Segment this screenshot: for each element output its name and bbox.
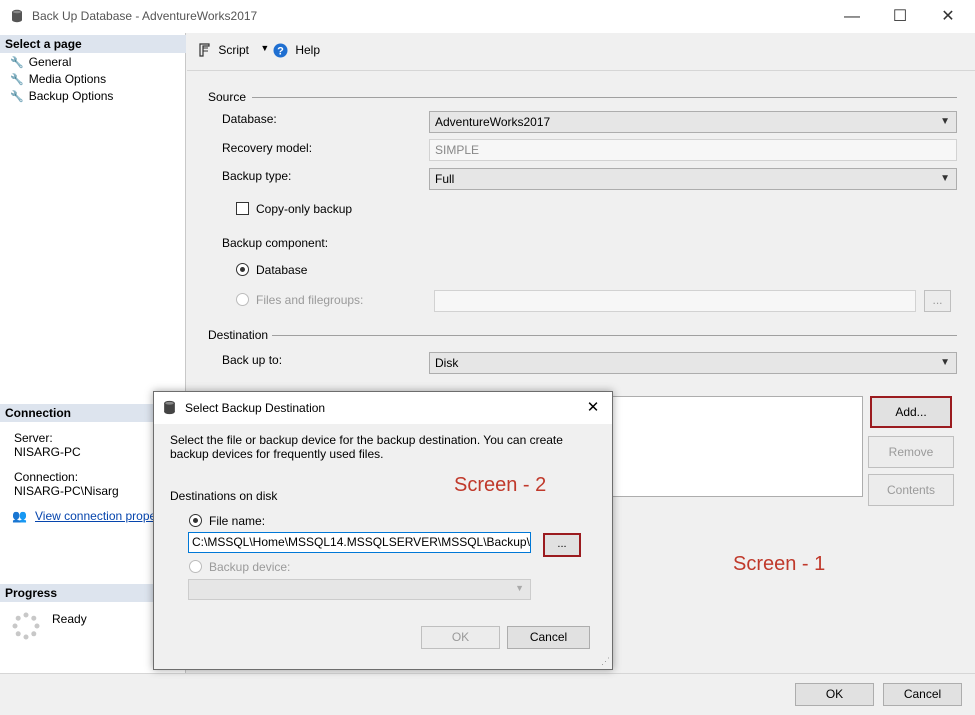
database-icon [163, 400, 176, 418]
nav-item-label: Backup Options [28, 89, 114, 103]
recovery-model-label: Recovery model: [222, 141, 313, 155]
component-database-label: Database [256, 263, 308, 277]
destination-divider [272, 335, 957, 336]
minimize-button[interactable]: — [829, 3, 875, 31]
dialog-description-line2: backup devices for frequently used files… [170, 447, 384, 461]
dialog-title-bar: Select Backup Destination ✕ [154, 392, 612, 424]
window-title: Back Up Database - AdventureWorks2017 [32, 9, 258, 23]
progress-status: Ready [52, 612, 87, 626]
wrench-icon: 🔧 [10, 91, 24, 103]
view-connection-properties-link[interactable]: View connection proper [35, 509, 160, 523]
add-button[interactable]: Add... [870, 396, 952, 428]
dialog-cancel-button[interactable]: Cancel [507, 626, 590, 649]
help-icon: ? [273, 43, 291, 61]
contents-button[interactable]: Contents [868, 474, 954, 506]
server-value: NISARG-PC [14, 445, 81, 459]
help-button[interactable]: ? Help [273, 43, 320, 61]
database-value: AdventureWorks2017 [435, 115, 551, 129]
script-button[interactable]: Script ▼ [197, 43, 269, 61]
backup-device-radio[interactable] [189, 560, 202, 573]
select-page-header: Select a page [0, 35, 186, 53]
recovery-model-field: SIMPLE [429, 139, 957, 161]
nav-item-label: General [28, 55, 72, 69]
screen-2-annotation: Screen - 2 [454, 474, 547, 496]
connection-label: Connection: [14, 470, 79, 484]
file-name-radio[interactable] [189, 514, 202, 527]
source-divider [252, 97, 957, 98]
nav-item-general[interactable]: 🔧 General [10, 55, 71, 69]
component-database-radio[interactable] [236, 263, 249, 276]
files-filegroups-field [434, 290, 916, 312]
chevron-down-icon: ▼ [515, 583, 524, 593]
help-label: Help [295, 43, 321, 57]
copy-only-checkbox[interactable] [236, 202, 249, 215]
source-header: Source [208, 90, 247, 104]
connection-value: NISARG-PC\Nisarg [14, 484, 119, 498]
backup-type-combo[interactable]: Full ▼ [429, 168, 957, 190]
nav-item-media-options[interactable]: 🔧 Media Options [10, 72, 106, 86]
cancel-button[interactable]: Cancel [883, 683, 962, 706]
screen-1-annotation: Screen - 1 [733, 553, 826, 575]
chevron-down-icon: ▼ [940, 116, 950, 127]
files-browse-button[interactable]: ... [924, 290, 951, 312]
backup-type-value: Full [435, 172, 455, 186]
select-backup-destination-dialog: Select Backup Destination ✕ Select the f… [153, 391, 613, 670]
close-button[interactable]: ✕ [925, 3, 971, 31]
server-label: Server: [14, 431, 53, 445]
people-icon: 👥 [12, 509, 27, 523]
chevron-down-icon: ▼ [940, 357, 950, 368]
file-browse-button[interactable]: ... [543, 533, 581, 557]
backup-device-label: Backup device: [209, 560, 291, 574]
backup-device-combo[interactable]: ▼ [188, 579, 531, 600]
back-up-to-combo[interactable]: Disk ▼ [429, 352, 957, 374]
toolbar: Script ▼ ? Help [187, 33, 975, 71]
script-icon [197, 43, 214, 60]
dialog-title: Select Backup Destination [185, 401, 326, 415]
progress-spinner-icon [12, 612, 40, 643]
file-name-label: File name: [209, 514, 266, 528]
destinations-on-disk-label: Destinations on disk [170, 489, 278, 503]
remove-button[interactable]: Remove [868, 436, 954, 468]
nav-item-label: Media Options [28, 72, 107, 86]
file-name-input[interactable]: C:\MSSQL\Home\MSSQL14.MSSQLSERVER\MSSQL\… [188, 532, 531, 553]
component-files-label: Files and filegroups: [256, 293, 364, 307]
destination-list[interactable] [605, 396, 863, 497]
dialog-ok-button[interactable]: OK [421, 626, 500, 649]
back-up-to-label: Back up to: [222, 353, 283, 367]
backup-type-label: Backup type: [222, 169, 292, 183]
maximize-button[interactable]: ☐ [877, 3, 923, 31]
svg-text:?: ? [277, 46, 284, 58]
destination-header: Destination [208, 328, 269, 342]
backup-component-label: Backup component: [222, 236, 329, 250]
dialog-close-button[interactable]: ✕ [580, 397, 606, 419]
wrench-icon: 🔧 [10, 57, 24, 69]
resize-grip-icon[interactable]: ⋰ [601, 656, 610, 667]
bottom-bar: OK Cancel [0, 673, 975, 715]
database-icon [11, 9, 23, 26]
title-bar: Back Up Database - AdventureWorks2017 — … [0, 0, 975, 33]
script-label: Script [218, 43, 250, 57]
chevron-down-icon: ▼ [940, 173, 950, 184]
back-up-to-value: Disk [435, 356, 459, 370]
nav-item-backup-options[interactable]: 🔧 Backup Options [10, 89, 113, 103]
wrench-icon: 🔧 [10, 74, 24, 86]
dialog-description-line1: Select the file or backup device for the… [170, 433, 563, 447]
chevron-down-icon[interactable]: ▼ [260, 43, 269, 53]
component-files-radio[interactable] [236, 293, 249, 306]
database-combo[interactable]: AdventureWorks2017 ▼ [429, 111, 957, 133]
copy-only-label: Copy-only backup [256, 202, 353, 216]
ok-button[interactable]: OK [795, 683, 874, 706]
database-label: Database: [222, 112, 277, 126]
